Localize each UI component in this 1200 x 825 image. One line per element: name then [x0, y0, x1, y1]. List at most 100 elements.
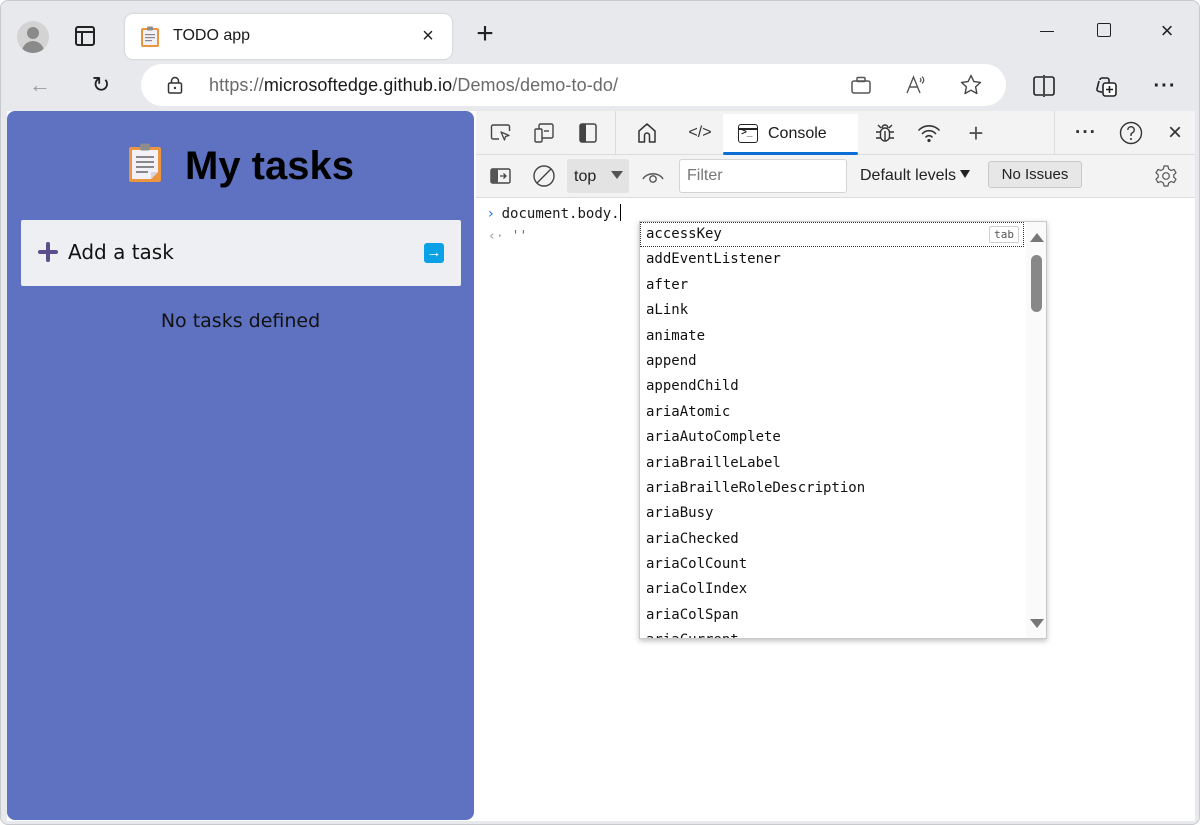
- scroll-down-arrow-icon[interactable]: [1030, 619, 1044, 628]
- autocomplete-item-label: append: [646, 352, 697, 369]
- scroll-up-arrow-icon[interactable]: [1030, 233, 1044, 242]
- app-heading: My tasks: [7, 143, 474, 189]
- help-icon[interactable]: [1118, 120, 1144, 146]
- console-input-line[interactable]: › document.body.: [488, 204, 621, 222]
- autocomplete-item[interactable]: ariaBusy: [640, 501, 1024, 526]
- split-screen-icon[interactable]: [1030, 72, 1058, 100]
- maximize-icon: [1097, 23, 1111, 37]
- autocomplete-item[interactable]: accessKey tab: [640, 222, 1024, 248]
- context-value: top: [574, 168, 597, 185]
- autocomplete-item-label: ariaAtomic: [646, 403, 731, 420]
- address-bar[interactable]: https://microsoftedge.github.io/Demos/de…: [141, 64, 1006, 106]
- elements-icon[interactable]: </>: [687, 120, 713, 146]
- log-levels-label: Default levels: [860, 167, 957, 184]
- app-title: My tasks: [185, 144, 354, 188]
- execution-context-select[interactable]: top: [567, 159, 629, 193]
- inspect-element-icon[interactable]: [488, 120, 514, 146]
- autocomplete-item[interactable]: append: [640, 349, 1024, 374]
- tab-actions-icon[interactable]: [75, 26, 95, 46]
- customize-more-icon[interactable]: ···: [1073, 120, 1099, 146]
- window-close-button[interactable]: ×: [1149, 17, 1185, 45]
- more-tools-plus-icon[interactable]: +: [963, 120, 989, 146]
- close-devtools-icon[interactable]: ×: [1162, 120, 1188, 146]
- url-path: /Demos/demo-to-do/: [452, 75, 619, 95]
- profile-avatar[interactable]: [17, 21, 49, 53]
- console-input-text[interactable]: document.body.: [502, 206, 620, 222]
- autocomplete-list: accessKey tab addEventListener after aLink an…: [640, 222, 1024, 638]
- empty-tasks-message: No tasks defined: [160, 310, 321, 332]
- new-tab-button[interactable]: +: [471, 19, 499, 49]
- reload-button[interactable]: ↻: [85, 69, 117, 101]
- network-wifi-icon[interactable]: [916, 120, 942, 146]
- clear-console-icon[interactable]: [531, 163, 557, 189]
- autocomplete-item-label: ariaColCount: [646, 556, 748, 573]
- autocomplete-item-label: animate: [646, 327, 706, 344]
- settings-more-icon[interactable]: ···: [1151, 72, 1179, 100]
- autocomplete-item[interactable]: appendChild: [640, 374, 1024, 399]
- submit-task-button[interactable]: →: [424, 243, 444, 263]
- filter-input[interactable]: [679, 159, 847, 193]
- console-icon: [738, 124, 758, 143]
- result-value: '': [511, 229, 528, 244]
- issues-bug-icon[interactable]: [872, 120, 898, 146]
- url-text[interactable]: https://microsoftedge.github.io/Demos/de…: [209, 75, 618, 96]
- read-aloud-icon[interactable]: [904, 73, 928, 97]
- autocomplete-item-label: ariaCurrent: [646, 632, 739, 638]
- autocomplete-item-label: ariaColIndex: [646, 581, 748, 598]
- autocomplete-item-label: accessKey: [646, 226, 722, 242]
- todo-app: My tasks Add a task → No tasks defined: [7, 111, 474, 820]
- autocomplete-item-label: ariaBrailleLabel: [646, 454, 781, 471]
- toolbar-divider: [615, 111, 616, 155]
- autocomplete-item[interactable]: ariaColSpan: [640, 603, 1024, 628]
- maximize-button[interactable]: [1086, 17, 1122, 45]
- autocomplete-item[interactable]: ariaColIndex: [640, 577, 1024, 602]
- navigation-bar: ← ↻ https://microsoftedge.github.io/Demo…: [1, 61, 1199, 109]
- autocomplete-item[interactable]: after: [640, 273, 1024, 298]
- autocomplete-item-label: ariaColSpan: [646, 606, 739, 623]
- autocomplete-item[interactable]: ariaAtomic: [640, 400, 1024, 425]
- avatar-head: [27, 27, 39, 39]
- welcome-home-icon[interactable]: [634, 120, 660, 146]
- back-button[interactable]: ←: [24, 69, 56, 101]
- tab-title: TODO app: [173, 27, 251, 44]
- autocomplete-item[interactable]: ariaChecked: [640, 527, 1024, 552]
- favorite-star-icon[interactable]: [959, 73, 983, 97]
- console-output[interactable]: › document.body. ‹· '' accessKey tab addEven…: [476, 199, 1195, 820]
- collections-icon[interactable]: [1092, 72, 1120, 100]
- autocomplete-item-label: ariaChecked: [646, 530, 739, 547]
- add-task-input[interactable]: Add a task →: [21, 220, 461, 286]
- lock-icon[interactable]: [166, 76, 184, 94]
- autocomplete-item[interactable]: ariaBrailleRoleDescription: [640, 476, 1024, 501]
- autocomplete-item[interactable]: ariaColCount: [640, 552, 1024, 577]
- autocomplete-item-label: ariaBusy: [646, 505, 714, 522]
- minimize-button[interactable]: [1029, 17, 1065, 45]
- tab-console[interactable]: Console: [723, 114, 858, 155]
- autocomplete-item[interactable]: animate: [640, 324, 1024, 349]
- chevron-down-icon: [960, 170, 971, 178]
- log-levels-dropdown[interactable]: Default levels: [860, 167, 971, 185]
- console-result-line: ‹· '': [488, 229, 527, 244]
- console-settings-gear-icon[interactable]: [1153, 163, 1179, 189]
- autocomplete-item[interactable]: aLink: [640, 298, 1024, 323]
- browser-window: TODO app × + × ← ↻ https://microsoftedge…: [0, 0, 1200, 825]
- devtools-tab-bar: </> Console + ···: [476, 111, 1195, 155]
- dock-side-icon[interactable]: [575, 120, 601, 146]
- autocomplete-item[interactable]: ariaAutoComplete: [640, 425, 1024, 450]
- autocomplete-item[interactable]: ariaBrailleLabel: [640, 451, 1024, 476]
- autocomplete-dropdown[interactable]: accessKey tab addEventListener after aLink an…: [639, 221, 1047, 639]
- issues-button[interactable]: No Issues: [988, 161, 1082, 188]
- briefcase-icon[interactable]: [849, 73, 873, 97]
- autocomplete-scrollbar[interactable]: [1026, 222, 1046, 638]
- result-chevron-icon: ‹·: [488, 229, 504, 244]
- avatar-body: [22, 41, 44, 53]
- scrollbar-thumb[interactable]: [1031, 255, 1042, 312]
- autocomplete-item-label: aLink: [646, 302, 689, 319]
- show-sidebar-icon[interactable]: [487, 163, 513, 189]
- device-emulation-icon[interactable]: [531, 120, 557, 146]
- autocomplete-item[interactable]: ariaCurrent: [640, 628, 1024, 638]
- tab-close-icon[interactable]: ×: [416, 24, 440, 48]
- autocomplete-item-label: addEventListener: [646, 251, 781, 268]
- live-expression-eye-icon[interactable]: [640, 163, 666, 189]
- autocomplete-item[interactable]: addEventListener: [640, 247, 1024, 272]
- tab-todo-app[interactable]: TODO app ×: [125, 14, 452, 59]
